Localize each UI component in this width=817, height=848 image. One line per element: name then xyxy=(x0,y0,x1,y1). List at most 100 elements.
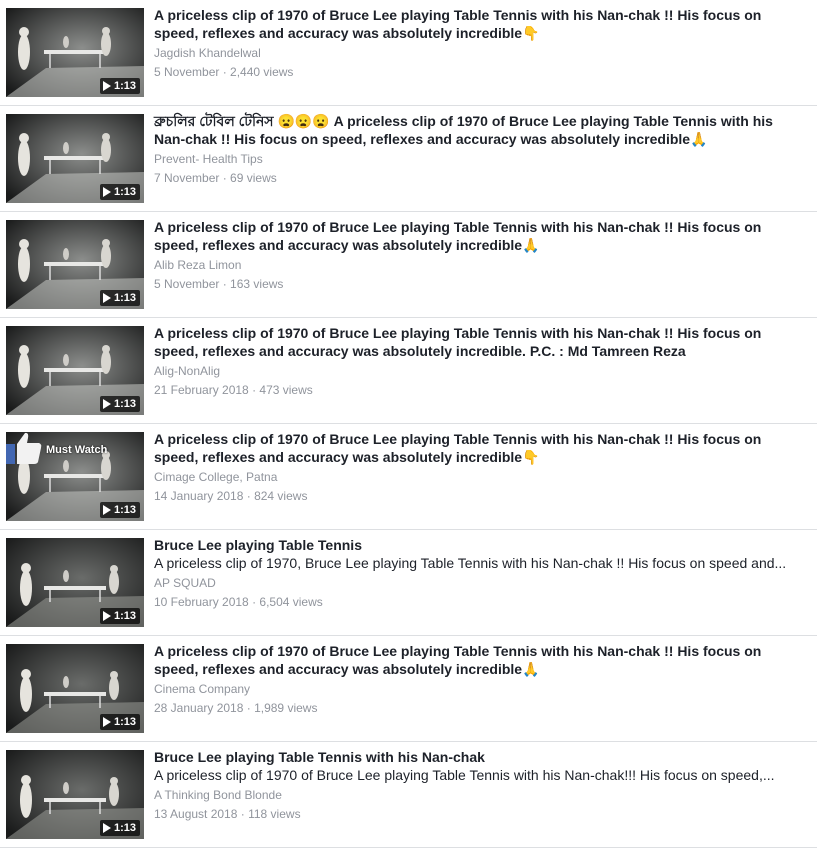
video-thumbnail[interactable]: 1:13 xyxy=(6,114,144,203)
video-result-item[interactable]: 1:13 A priceless clip of 1970 of Bruce L… xyxy=(0,0,817,106)
stats-separator: · xyxy=(243,701,255,715)
duration-text: 1:13 xyxy=(113,716,136,728)
video-title-link[interactable]: A priceless clip of 1970 of Bruce Lee pl… xyxy=(154,218,794,254)
video-meta: A priceless clip of 1970 of Bruce Lee pl… xyxy=(154,324,809,398)
duration-text: 1:13 xyxy=(113,80,136,92)
video-result-item[interactable]: 1:13 Bruce Lee playing Table Tennis with… xyxy=(0,742,817,848)
video-result-item[interactable]: 1:13 Bruce Lee playing Table Tennis A pr… xyxy=(0,530,817,636)
video-title-text: ব্রুচলির টেবিল টেনিস 😦😦😦 A priceless cli… xyxy=(154,113,773,147)
video-title-link[interactable]: A priceless clip of 1970 of Bruce Lee pl… xyxy=(154,642,794,678)
channel-name-link[interactable]: Alig-NonAlig xyxy=(154,363,809,379)
duration-text: 1:13 xyxy=(113,186,136,198)
stats-separator: · xyxy=(243,489,255,503)
channel-name-link[interactable]: AP SQUAD xyxy=(154,575,809,591)
channel-name-link[interactable]: Jagdish Khandelwal xyxy=(154,45,809,61)
duration-badge: 1:13 xyxy=(99,78,140,94)
stats-separator: · xyxy=(248,383,260,397)
video-meta: A priceless clip of 1970 of Bruce Lee pl… xyxy=(154,642,809,716)
video-title-link[interactable]: A priceless clip of 1970 of Bruce Lee pl… xyxy=(154,324,794,360)
view-count: 2,440 views xyxy=(230,65,294,79)
upload-date: 5 November xyxy=(154,277,220,291)
video-title-text: Bruce Lee playing Table Tennis xyxy=(154,537,362,553)
video-stats: 14 January 2018 · 824 views xyxy=(154,488,809,504)
upload-date: 10 February 2018 xyxy=(154,595,249,609)
view-count: 824 views xyxy=(254,489,308,503)
video-stats: 5 November · 163 views xyxy=(154,276,809,292)
video-title-text: Bruce Lee playing Table Tennis with his … xyxy=(154,749,485,765)
thumbnail-overlay-text: Must Watch xyxy=(46,444,108,456)
video-meta: A priceless clip of 1970 of Bruce Lee pl… xyxy=(154,218,809,292)
video-meta: Bruce Lee playing Table Tennis with his … xyxy=(154,748,809,822)
view-count: 118 views xyxy=(248,807,301,821)
duration-text: 1:13 xyxy=(113,398,136,410)
video-title-text: A priceless clip of 1970 of Bruce Lee pl… xyxy=(154,431,762,465)
video-result-item[interactable]: 1:13 A priceless clip of 1970 of Bruce L… xyxy=(0,636,817,742)
channel-name-link[interactable]: A Thinking Bond Blonde xyxy=(154,787,809,803)
play-icon xyxy=(102,717,111,727)
video-thumbnail[interactable]: 1:13 xyxy=(6,8,144,97)
video-stats: 5 November · 2,440 views xyxy=(154,64,809,80)
video-title-link[interactable]: A priceless clip of 1970 of Bruce Lee pl… xyxy=(154,6,794,42)
upload-date: 13 August 2018 xyxy=(154,807,238,821)
title-emoji: 👇 xyxy=(522,449,540,465)
stats-separator: · xyxy=(219,171,231,185)
duration-badge: 1:13 xyxy=(99,502,140,518)
thumbs-up-icon xyxy=(6,432,42,464)
upload-date: 14 January 2018 xyxy=(154,489,244,503)
upload-date: 7 November xyxy=(154,171,220,185)
video-title-link[interactable]: A priceless clip of 1970 of Bruce Lee pl… xyxy=(154,430,794,466)
video-result-item[interactable]: 1:13 ব্রুচলির টেবিল টেনিস 😦😦😦 A priceles… xyxy=(0,106,817,212)
video-title-link[interactable]: Bruce Lee playing Table Tennis xyxy=(154,536,794,554)
upload-date: 5 November xyxy=(154,65,220,79)
video-thumbnail[interactable]: 1:13 xyxy=(6,750,144,839)
video-meta: A priceless clip of 1970 of Bruce Lee pl… xyxy=(154,6,809,80)
video-title-text: A priceless clip of 1970 of Bruce Lee pl… xyxy=(154,643,762,677)
video-thumbnail[interactable]: 1:13 xyxy=(6,538,144,627)
video-title-text: A priceless clip of 1970 of Bruce Lee pl… xyxy=(154,325,762,359)
video-thumbnail[interactable]: 1:13 xyxy=(6,644,144,733)
video-title-link[interactable]: Bruce Lee playing Table Tennis with his … xyxy=(154,748,794,766)
stats-separator: · xyxy=(248,595,260,609)
duration-badge: 1:13 xyxy=(99,290,140,306)
video-result-item[interactable]: 1:13 A priceless clip of 1970 of Bruce L… xyxy=(0,212,817,318)
play-icon xyxy=(102,187,111,197)
duration-badge: 1:13 xyxy=(99,714,140,730)
title-emoji: 🙏 xyxy=(522,661,540,677)
video-thumbnail[interactable]: 1:13 xyxy=(6,326,144,415)
play-icon xyxy=(102,823,111,833)
duration-text: 1:13 xyxy=(113,610,136,622)
video-description: A priceless clip of 1970 of Bruce Lee pl… xyxy=(154,767,775,783)
play-icon xyxy=(102,505,111,515)
video-meta: Bruce Lee playing Table Tennis A pricele… xyxy=(154,536,809,610)
play-icon xyxy=(102,293,111,303)
video-meta: ব্রুচলির টেবিল টেনিস 😦😦😦 A priceless cli… xyxy=(154,112,809,186)
stats-separator: · xyxy=(237,807,249,821)
channel-name-link[interactable]: Prevent- Health Tips xyxy=(154,151,809,167)
channel-name-link[interactable]: Cinema Company xyxy=(154,681,809,697)
view-count: 69 views xyxy=(230,171,277,185)
video-title-text: A priceless clip of 1970 of Bruce Lee pl… xyxy=(154,219,762,253)
channel-name-link[interactable]: Cimage College, Patna xyxy=(154,469,809,485)
video-stats: 10 February 2018 · 6,504 views xyxy=(154,594,809,610)
video-title-link[interactable]: ব্রুচলির টেবিল টেনিস 😦😦😦 A priceless cli… xyxy=(154,112,794,148)
video-stats: 21 February 2018 · 473 views xyxy=(154,382,809,398)
play-icon xyxy=(102,611,111,621)
video-thumbnail[interactable]: 1:13 xyxy=(6,220,144,309)
video-result-item[interactable]: Must Watch 1:13 A priceless clip of 1970… xyxy=(0,424,817,530)
video-results-list: 1:13 A priceless clip of 1970 of Bruce L… xyxy=(0,0,817,848)
title-emoji: 🙏 xyxy=(522,237,540,253)
upload-date: 28 January 2018 xyxy=(154,701,244,715)
duration-text: 1:13 xyxy=(113,504,136,516)
title-emoji: 🙏 xyxy=(690,131,708,147)
video-stats: 7 November · 69 views xyxy=(154,170,809,186)
duration-badge: 1:13 xyxy=(99,184,140,200)
video-result-item[interactable]: 1:13 A priceless clip of 1970 of Bruce L… xyxy=(0,318,817,424)
play-icon xyxy=(102,399,111,409)
duration-badge: 1:13 xyxy=(99,820,140,836)
channel-name-link[interactable]: Alib Reza Limon xyxy=(154,257,809,273)
video-description: A priceless clip of 1970, Bruce Lee play… xyxy=(154,555,787,571)
play-icon xyxy=(102,81,111,91)
video-thumbnail[interactable]: Must Watch 1:13 xyxy=(6,432,144,521)
video-stats: 13 August 2018 · 118 views xyxy=(154,806,809,822)
upload-date: 21 February 2018 xyxy=(154,383,249,397)
